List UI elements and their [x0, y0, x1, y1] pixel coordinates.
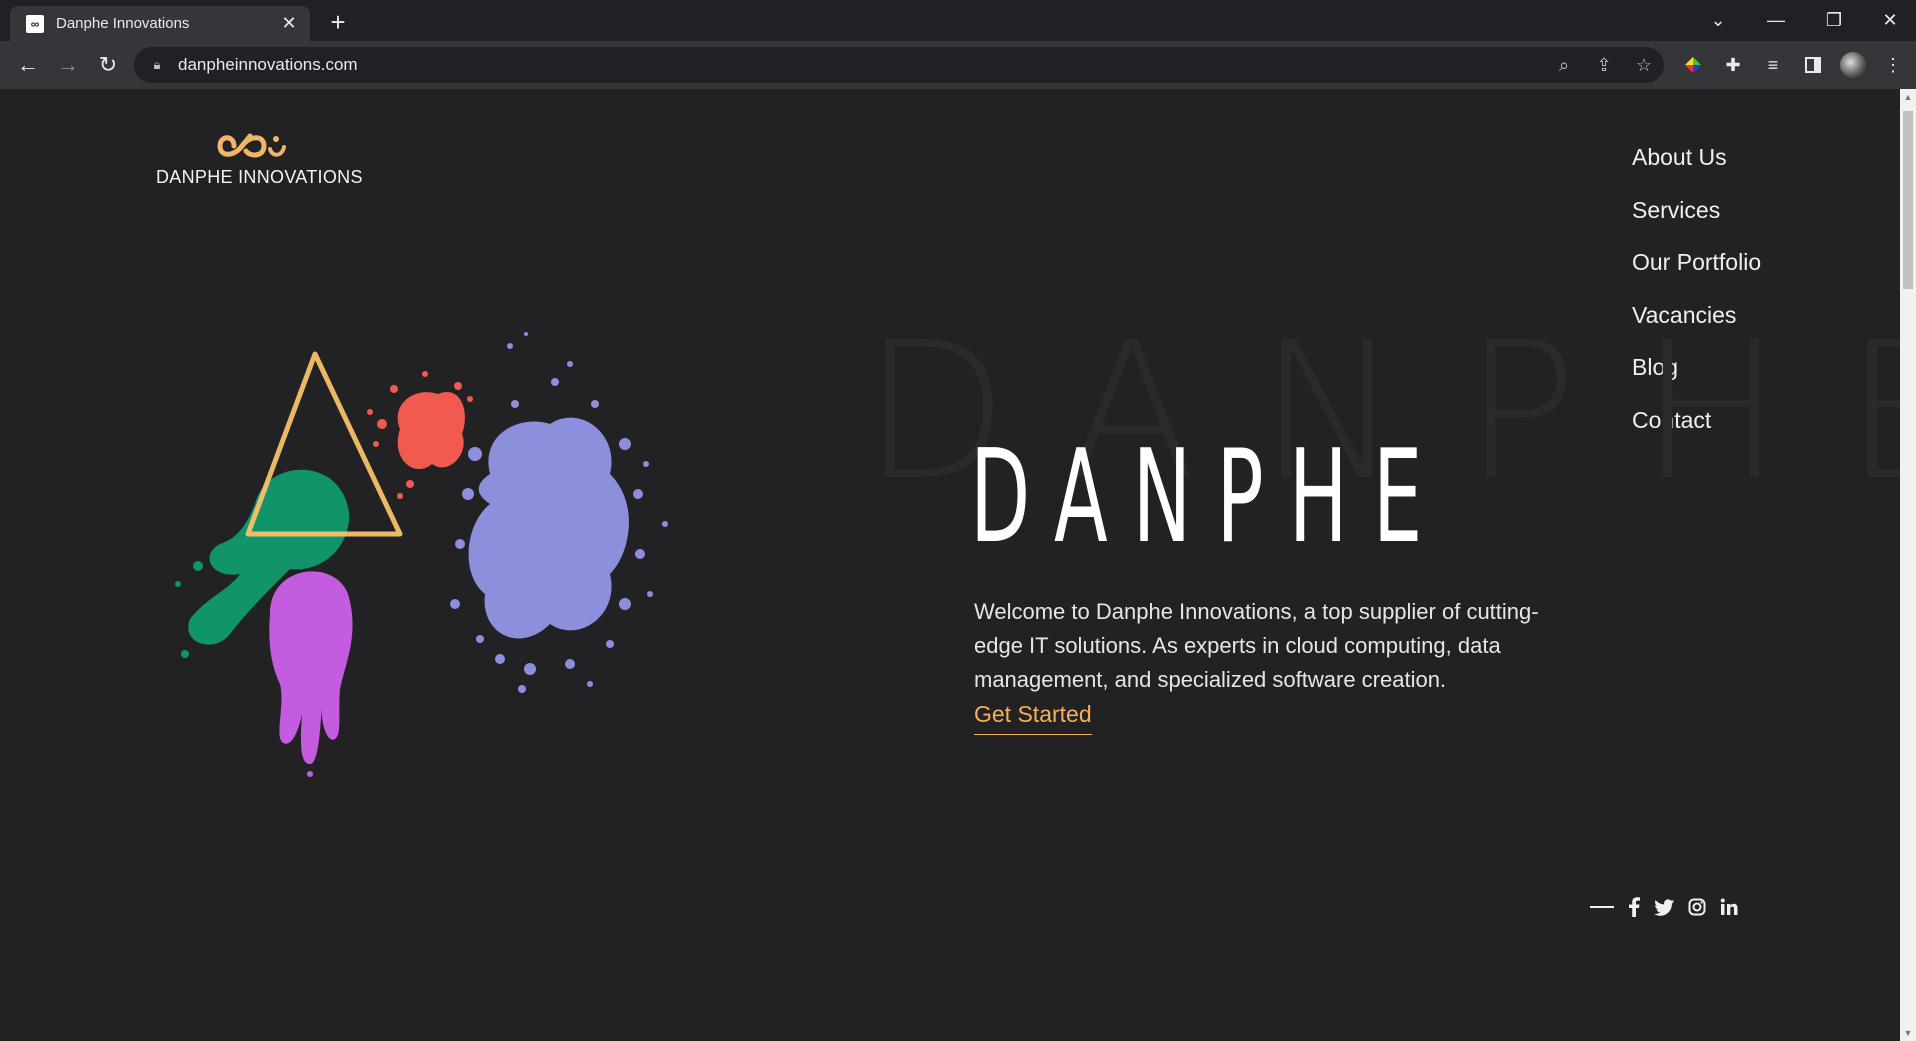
- hero-title: DANPHE: [970, 423, 1448, 572]
- instagram-icon[interactable]: [1688, 898, 1706, 916]
- address-bar[interactable]: 🔒︎ danpheinnovations.com ⌕ ⇪ ☆: [134, 47, 1664, 83]
- extensions-puzzle-icon[interactable]: ✚: [1716, 49, 1750, 81]
- back-button[interactable]: ←: [12, 49, 44, 81]
- restore-button[interactable]: ❐: [1806, 0, 1862, 41]
- reload-button[interactable]: ↻: [92, 49, 124, 81]
- logo-wordmark: DANPHE INNOVATIONS: [156, 167, 363, 187]
- media-control-icon[interactable]: ≡: [1756, 49, 1790, 81]
- paint-splash-illustration: [175, 332, 668, 777]
- profile-avatar[interactable]: [1836, 49, 1870, 81]
- color-extension-icon[interactable]: [1676, 49, 1710, 81]
- new-tab-button[interactable]: +: [324, 7, 352, 37]
- scroll-down-icon[interactable]: ▼: [1900, 1025, 1916, 1041]
- web-page: DANPHE INNOVATIONS About Us Services Our…: [0, 89, 1900, 1041]
- facebook-icon[interactable]: [1628, 897, 1640, 917]
- scroll-up-icon[interactable]: ▲: [1900, 89, 1916, 105]
- menu-kebab-icon[interactable]: ⋮: [1876, 49, 1910, 81]
- tab-strip: ∞ Danphe Innovations ✕ + ⌄ — ❐ ✕: [0, 0, 1916, 41]
- share-icon[interactable]: ⇪: [1584, 47, 1624, 83]
- favicon-icon: ∞: [26, 14, 44, 33]
- lock-icon: 🔒︎: [153, 57, 161, 72]
- twitter-icon[interactable]: [1654, 898, 1674, 916]
- tab-title: Danphe Innovations: [56, 15, 190, 32]
- minimize-button[interactable]: —: [1748, 0, 1804, 41]
- hero-description: Welcome to Danphe Innovations, a top sup…: [974, 599, 1539, 692]
- linkedin-icon[interactable]: [1720, 898, 1738, 916]
- nav-services[interactable]: Services: [1632, 190, 1761, 243]
- nav-our-portfolio[interactable]: Our Portfolio: [1632, 242, 1761, 295]
- close-tab-icon[interactable]: ✕: [278, 13, 300, 35]
- zoom-icon[interactable]: ⌕: [1544, 47, 1584, 83]
- url-text[interactable]: danpheinnovations.com: [178, 55, 1544, 75]
- divider-dash: [1590, 906, 1614, 908]
- site-logo[interactable]: DANPHE INNOVATIONS: [156, 129, 363, 188]
- bookmark-star-icon[interactable]: ☆: [1624, 47, 1664, 83]
- browser-tab[interactable]: ∞ Danphe Innovations ✕: [10, 6, 310, 41]
- scrollbar-thumb[interactable]: [1903, 111, 1913, 289]
- side-panel-icon[interactable]: [1796, 49, 1830, 81]
- tab-search-icon[interactable]: ⌄: [1690, 0, 1746, 41]
- close-window-button[interactable]: ✕: [1862, 0, 1916, 41]
- infinity-logo-icon: [217, 133, 286, 158]
- get-started-link[interactable]: Get Started: [974, 701, 1092, 735]
- social-links: [1590, 897, 1752, 917]
- forward-button[interactable]: →: [52, 49, 84, 81]
- vertical-scrollbar[interactable]: ▲ ▼: [1900, 89, 1916, 1041]
- nav-about-us[interactable]: About Us: [1632, 137, 1761, 190]
- browser-toolbar: ← → ↻ 🔒︎ danpheinnovations.com ⌕ ⇪ ☆ ✚ ≡…: [0, 41, 1916, 90]
